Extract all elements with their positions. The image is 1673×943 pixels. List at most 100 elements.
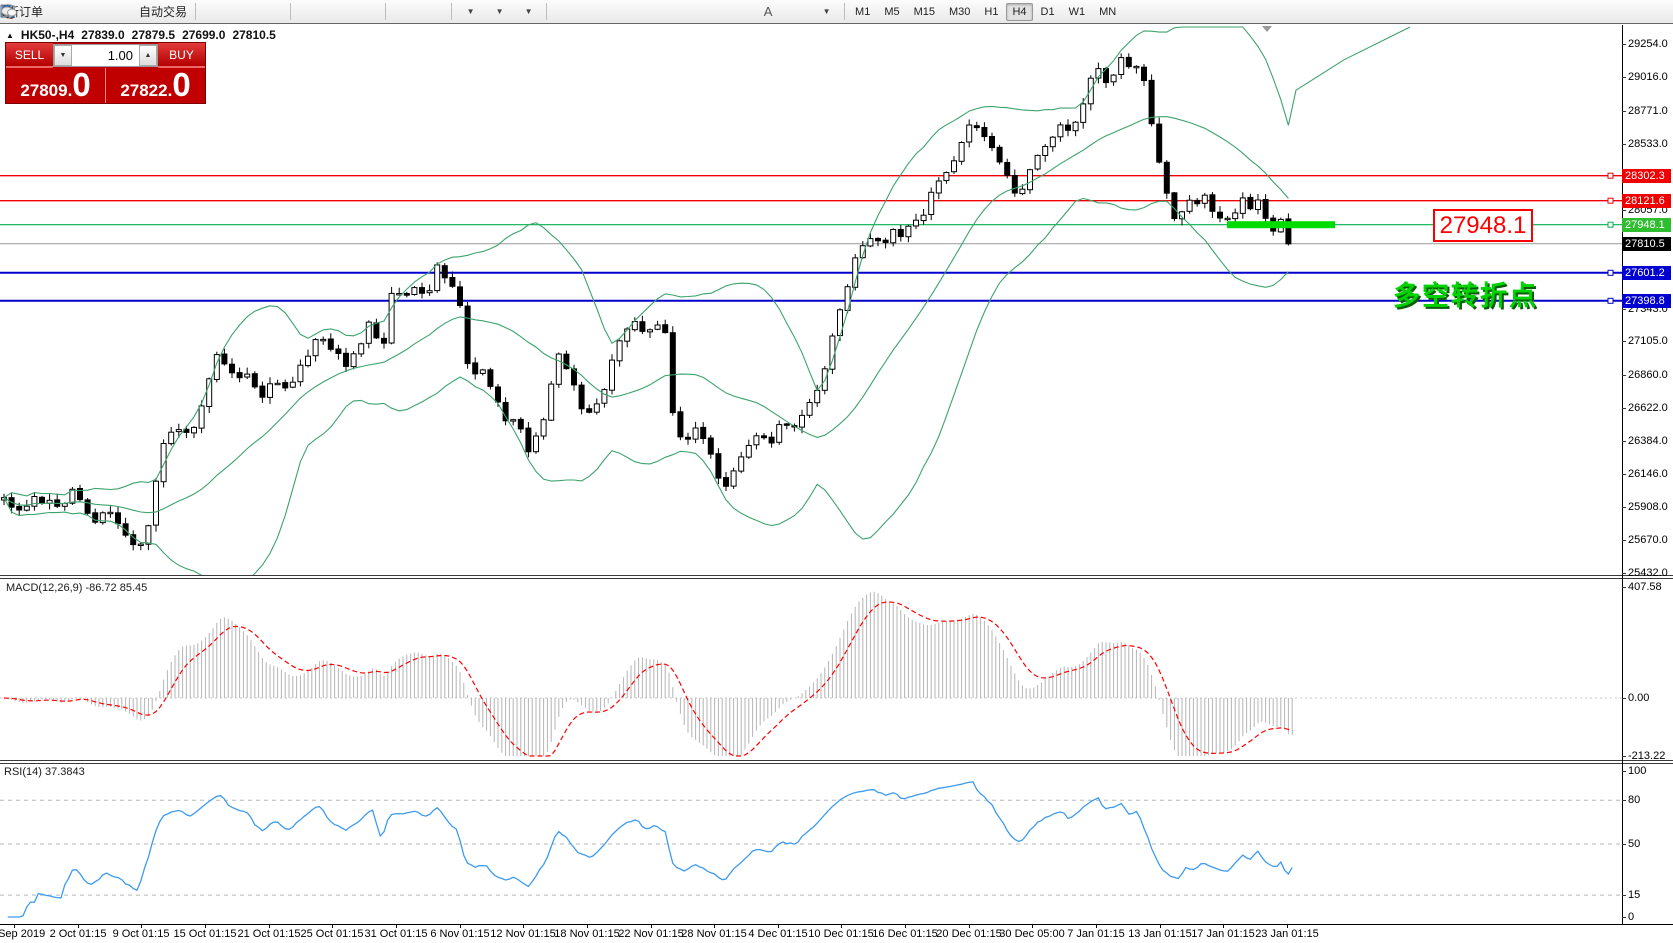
vertical-line-button[interactable]: [609, 1, 637, 23]
candle-body: [663, 325, 668, 333]
candle-body: [1005, 163, 1010, 176]
candle-body: [1164, 162, 1169, 193]
candle-body: [541, 420, 546, 436]
fibonacci-button[interactable]: F: [725, 1, 753, 23]
price-tick-label: 26860.0: [1628, 369, 1668, 381]
toolbar-separator: [844, 3, 845, 20]
toolbar-separator: [546, 3, 547, 20]
zoom-in-button[interactable]: [295, 1, 323, 23]
candle-body: [891, 230, 896, 243]
macd-indicator-panel[interactable]: [0, 579, 1622, 760]
rsi-tick-label: 80: [1628, 794, 1640, 806]
text-label-button[interactable]: T: [783, 1, 811, 23]
macd-tick-label: 0.00: [1628, 692, 1649, 704]
timeframe-m5[interactable]: M5: [878, 3, 905, 21]
candle-body: [1012, 176, 1017, 194]
candle-body: [321, 339, 326, 340]
periods-button[interactable]: ▼: [485, 1, 513, 23]
signals-button[interactable]: [106, 1, 134, 23]
timeframe-h4[interactable]: H4: [1006, 3, 1032, 21]
candle-body: [503, 403, 508, 421]
timeframe-d1[interactable]: D1: [1035, 3, 1061, 21]
line-chart-button[interactable]: [258, 1, 286, 23]
search-button[interactable]: [1613, 1, 1641, 23]
timeframe-w1[interactable]: W1: [1063, 3, 1092, 21]
zoom-out-button[interactable]: [324, 1, 352, 23]
rsi-label: RSI(14) 37.3843: [4, 766, 85, 778]
cursor-button[interactable]: [551, 1, 579, 23]
timeframe-mn[interactable]: MN: [1093, 3, 1122, 21]
time-axis-label: 9 Oct 01:15: [113, 928, 170, 940]
chart-shift-marker-icon[interactable]: [1262, 26, 1272, 32]
candle-body: [708, 438, 713, 454]
candle-body: [967, 125, 972, 142]
line-handle[interactable]: [1608, 222, 1613, 227]
main-price-chart[interactable]: [0, 25, 1622, 575]
time-axis-label: 17 Jan 01:15: [1191, 928, 1255, 940]
level-price-callout[interactable]: 27948.1: [1433, 209, 1533, 242]
time-axis-label: 20 Dec 01:15: [936, 928, 1001, 940]
shapes-button[interactable]: ▼: [812, 1, 840, 23]
candle-body: [602, 390, 607, 404]
turning-point-note[interactable]: 多空转折点: [1393, 274, 1538, 313]
toolbar-separator: [451, 3, 452, 20]
sell-button[interactable]: SELL: [6, 43, 53, 68]
crosshair-button[interactable]: [580, 1, 608, 23]
text-button[interactable]: A: [754, 1, 782, 23]
chat-button[interactable]: [1642, 1, 1670, 23]
tile-windows-button[interactable]: [353, 1, 381, 23]
dropdown-arrow-icon: ▼: [496, 7, 504, 16]
candle-body: [800, 415, 805, 427]
volume-input[interactable]: 1.00: [72, 45, 139, 66]
candle-body: [587, 409, 592, 413]
candlestick-button[interactable]: [229, 1, 257, 23]
toolbar-separator: [385, 3, 386, 20]
chart-shift-button[interactable]: [419, 1, 447, 23]
horizontal-line-button[interactable]: [638, 1, 666, 23]
candle-body: [1043, 147, 1048, 156]
candle-body: [275, 383, 280, 384]
candle-body: [518, 419, 523, 429]
candle-body: [1172, 193, 1177, 219]
auto-scroll-button[interactable]: [390, 1, 418, 23]
line-handle[interactable]: [1608, 298, 1613, 303]
buy-button[interactable]: BUY: [158, 43, 205, 68]
collapse-arrow-icon[interactable]: ▲: [6, 31, 14, 40]
rsi-indicator-panel[interactable]: [0, 764, 1622, 924]
price-low: 27699.0: [182, 28, 225, 42]
highlighted-level-segment[interactable]: [1227, 221, 1335, 228]
axis-tick: [1622, 341, 1626, 342]
line-handle[interactable]: [1608, 173, 1613, 178]
candle-body: [283, 383, 288, 388]
symbol-info-bar: ▲ HK50-,H4 27839.0 27879.5 27699.0 27810…: [6, 28, 276, 42]
community-button[interactable]: [77, 1, 105, 23]
channel-button[interactable]: E: [696, 1, 724, 23]
buy-price[interactable]: 27822 . 0: [106, 68, 205, 103]
auto-trading-button[interactable]: 自动交易: [135, 1, 191, 23]
candle-body: [724, 478, 729, 487]
line-handle[interactable]: [1608, 198, 1613, 203]
timeframe-h1[interactable]: H1: [978, 3, 1004, 21]
candle-body: [192, 427, 197, 433]
templates-button[interactable]: ▼: [514, 1, 542, 23]
indicators-button[interactable]: ▼: [456, 1, 484, 23]
bar-chart-button[interactable]: [200, 1, 228, 23]
sell-price[interactable]: 27809 . 0: [6, 68, 105, 103]
timeframe-m30[interactable]: M30: [943, 3, 976, 21]
candle-body: [549, 384, 554, 420]
timeframe-m15[interactable]: M15: [908, 3, 941, 21]
trendline-button[interactable]: [667, 1, 695, 23]
price-alert-button[interactable]: [48, 1, 76, 23]
volume-increase-button[interactable]: ▲: [139, 45, 157, 66]
price-tick-label: 26622.0: [1628, 402, 1668, 414]
line-handle[interactable]: [1608, 270, 1613, 275]
time-axis[interactable]: 25 Sep 20192 Oct 01:159 Oct 01:1515 Oct …: [0, 924, 1673, 943]
price-tick-label: 28533.0: [1628, 138, 1668, 150]
time-axis-label: 22 Nov 01:15: [618, 928, 683, 940]
timeframe-m1[interactable]: M1: [849, 3, 876, 21]
candle-body: [496, 387, 501, 402]
volume-decrease-button[interactable]: ▼: [54, 45, 72, 66]
toolbar-separator: [195, 3, 196, 20]
macd-tick-label: -213.22: [1628, 750, 1665, 762]
candle-body: [640, 322, 645, 332]
